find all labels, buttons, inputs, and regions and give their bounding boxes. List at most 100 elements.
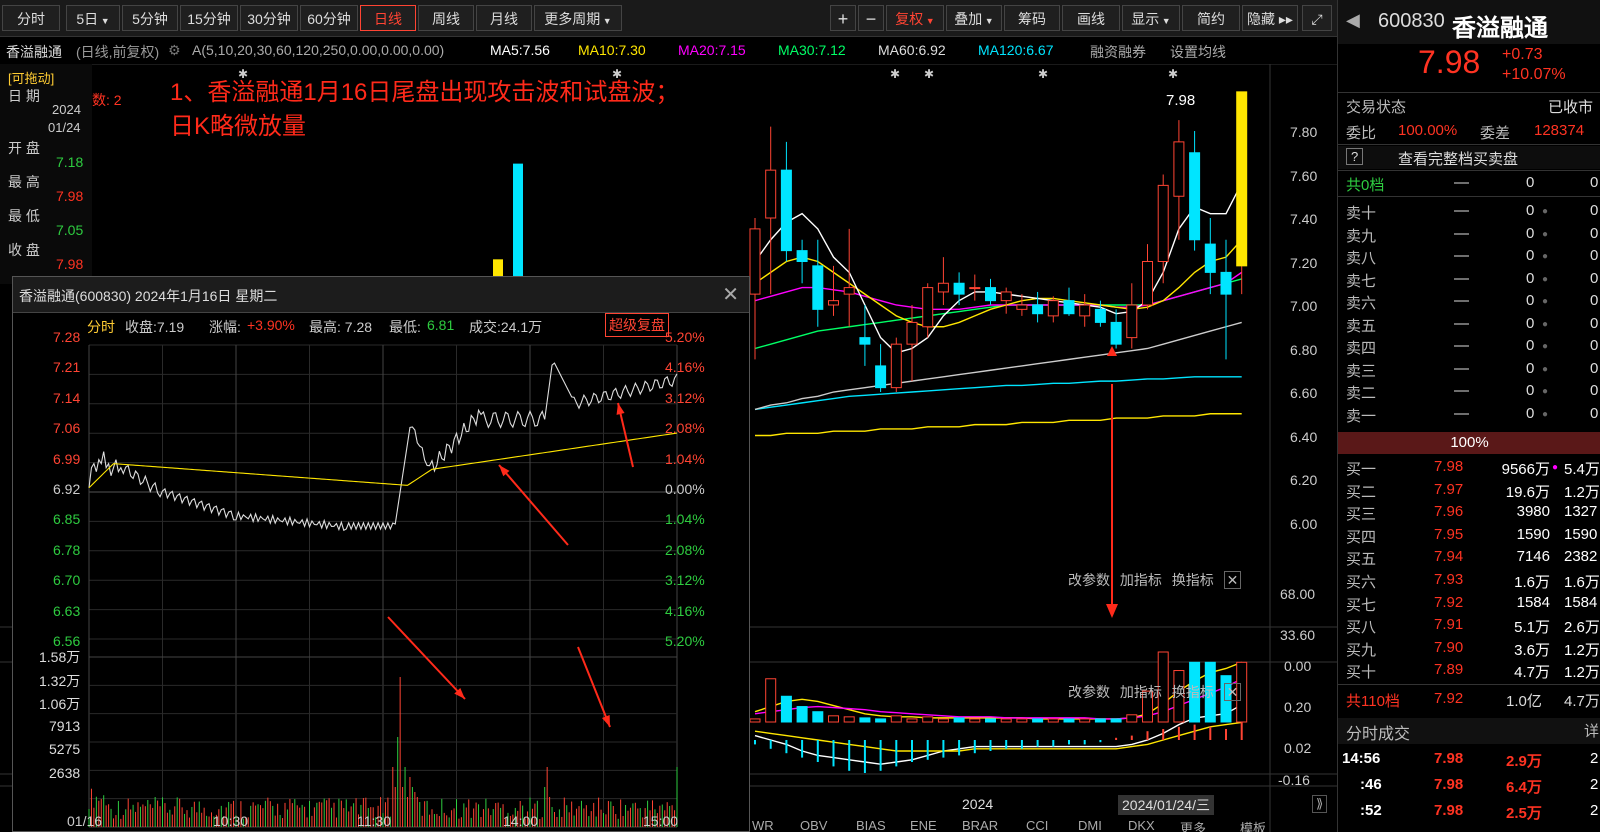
tab-more-periods[interactable]: 更多周期 ▼ — [534, 5, 622, 31]
candle[interactable] — [985, 287, 996, 302]
tab-5day[interactable]: 5日 ▼ — [66, 5, 120, 31]
tab-more[interactable]: 更多 — [1180, 818, 1206, 832]
candle[interactable] — [1063, 300, 1075, 315]
buy-level-row[interactable]: 买七 7.92 1584 1584 — [1338, 592, 1600, 615]
full-depth-row[interactable]: ? 查看完整档买卖盘 — [1338, 146, 1600, 169]
super-review-button[interactable]: 超级复盘 — [605, 313, 669, 337]
candle[interactable] — [843, 287, 855, 295]
tab-weekly[interactable]: 周线 — [418, 5, 474, 31]
prev-stock-icon[interactable]: ◀ — [1346, 10, 1360, 31]
event-marker-icon[interactable]: ✱ — [924, 67, 934, 81]
buy-level-row[interactable]: 买二 7.97 19.6万 1.2万 — [1338, 479, 1600, 502]
candle[interactable] — [969, 287, 981, 290]
tab-monthly[interactable]: 月线 — [476, 5, 532, 31]
ticks-detail-button[interactable]: 详 — [1584, 720, 1599, 741]
candle[interactable] — [875, 365, 887, 389]
macd-edit-params[interactable]: 改参数 — [1068, 684, 1110, 700]
tab-brar[interactable]: BRAR — [962, 818, 998, 832]
vol-edit-params[interactable]: 改参数 — [1068, 572, 1110, 588]
candle[interactable] — [1173, 141, 1185, 197]
chips-button[interactable]: 筹码 — [1004, 5, 1060, 31]
candle[interactable] — [1047, 300, 1059, 317]
tab-30min[interactable]: 30分钟 — [240, 5, 298, 31]
candle[interactable] — [1220, 271, 1232, 295]
help-icon[interactable]: ? — [1346, 148, 1364, 165]
candle[interactable] — [859, 337, 871, 345]
ma-settings-button[interactable]: 设置均线 — [1170, 42, 1226, 62]
margin-trading-label[interactable]: 融资融券 — [1090, 42, 1146, 62]
sell-level-row[interactable]: 卖三 — 0 ● 0 — [1338, 358, 1600, 381]
buy-level-row[interactable]: 买九 7.90 3.6万 1.2万 — [1338, 637, 1600, 660]
event-marker-icon[interactable]: ✱ — [1038, 67, 1048, 81]
buy-level-row[interactable]: 买六 7.93 1.6万 1.6万 — [1338, 569, 1600, 592]
tab-daily[interactable]: 日线 — [360, 5, 416, 31]
gear-icon[interactable]: ⚙ — [168, 42, 181, 59]
candle[interactable] — [1000, 291, 1012, 302]
intraday-chart[interactable] — [13, 337, 751, 832]
candle[interactable] — [1079, 304, 1091, 317]
candle[interactable] — [1204, 243, 1216, 273]
candle[interactable] — [1126, 304, 1138, 339]
sell-level-row[interactable]: 卖一 — 0 ● 0 — [1338, 403, 1600, 426]
sell-level-row[interactable]: 卖八 — 0 ● 0 — [1338, 245, 1600, 268]
buy-level-row[interactable]: 买八 7.91 5.1万 2.6万 — [1338, 614, 1600, 637]
candle[interactable] — [1016, 304, 1028, 310]
simple-button[interactable]: 简约 — [1182, 5, 1240, 31]
candle[interactable] — [1110, 321, 1122, 345]
overlay-button[interactable]: 叠加 ▼ — [946, 5, 1002, 31]
sell-level-row[interactable]: 卖七 — 0 ● 0 — [1338, 268, 1600, 291]
candle[interactable] — [1032, 304, 1044, 315]
draw-line-button[interactable]: 画线 — [1062, 5, 1120, 31]
display-button[interactable]: 显示 ▼ — [1122, 5, 1180, 31]
candle[interactable] — [1094, 308, 1106, 323]
zoom-in-button[interactable]: + — [830, 5, 856, 31]
candle[interactable] — [953, 282, 965, 295]
candle[interactable] — [812, 265, 824, 310]
candle[interactable] — [796, 250, 808, 262]
buy-level-row[interactable]: 买四 7.95 1590 1590 — [1338, 524, 1600, 547]
hide-button[interactable]: 隐藏 ▸▸ — [1242, 5, 1298, 31]
sell-level-row[interactable]: 卖十 — 0 ● 0 — [1338, 200, 1600, 223]
tab-5min[interactable]: 5分钟 — [122, 5, 178, 31]
candle[interactable] — [828, 300, 839, 306]
buy-level-row[interactable]: 买一 7.98 9566万 ● 5.4万 — [1338, 456, 1600, 479]
restore-rights-button[interactable]: 复权 ▼ — [886, 5, 944, 31]
buy-level-row[interactable]: 买十 7.89 4.7万 1.2万 — [1338, 659, 1600, 682]
candle[interactable] — [765, 169, 777, 219]
buy-level-row[interactable]: 买三 7.96 3980 1327 — [1338, 501, 1600, 524]
zoom-out-button[interactable]: − — [858, 5, 884, 31]
candle[interactable] — [922, 287, 934, 328]
candle[interactable] — [780, 169, 792, 252]
tab-obv[interactable]: OBV — [800, 818, 827, 832]
candle[interactable] — [906, 321, 918, 345]
macd-switch-indicator[interactable]: 换指标 — [1172, 684, 1214, 700]
full-depth-link[interactable]: 查看完整档买卖盘 — [1398, 148, 1518, 169]
sell-level-row[interactable]: 卖五 — 0 ● 0 — [1338, 313, 1600, 336]
vol-add-indicator[interactable]: 加指标 — [1120, 572, 1162, 588]
close-icon[interactable]: ✕ — [722, 282, 739, 307]
sell-level-row[interactable]: 卖六 — 0 ● 0 — [1338, 290, 1600, 313]
candle[interactable] — [937, 282, 949, 293]
candle[interactable] — [749, 228, 761, 295]
candle[interactable] — [890, 343, 902, 389]
tab-wr[interactable]: WR — [752, 818, 774, 832]
popup-titlebar[interactable]: 香溢融通(600830) 2024年1月16日 星期二 ✕ — [13, 277, 749, 313]
tab-15min[interactable]: 15分钟 — [180, 5, 238, 31]
scroll-right-icon[interactable]: ⟫ — [1312, 795, 1328, 813]
candle[interactable] — [1236, 91, 1248, 267]
tab-dmi[interactable]: DMI — [1078, 818, 1102, 832]
candle[interactable] — [1142, 261, 1153, 306]
fullscreen-button[interactable]: ⤢ — [1302, 5, 1332, 31]
candle[interactable] — [1189, 152, 1201, 241]
tab-60min[interactable]: 60分钟 — [300, 5, 358, 31]
close-icon[interactable]: ✕ — [1223, 683, 1242, 701]
vol-switch-indicator[interactable]: 换指标 — [1172, 572, 1214, 588]
tab-template[interactable]: 模板 — [1240, 818, 1266, 832]
tab-bias[interactable]: BIAS — [856, 818, 886, 832]
tab-cci[interactable]: CCI — [1026, 818, 1048, 832]
candle[interactable] — [1157, 184, 1169, 262]
sell-level-row[interactable]: 卖九 — 0 ● 0 — [1338, 223, 1600, 246]
sell-level-row[interactable]: 卖四 — 0 ● 0 — [1338, 335, 1600, 358]
draggable-label[interactable]: [可拖动] — [8, 68, 54, 87]
tab-intraday[interactable]: 分时 — [2, 5, 60, 31]
